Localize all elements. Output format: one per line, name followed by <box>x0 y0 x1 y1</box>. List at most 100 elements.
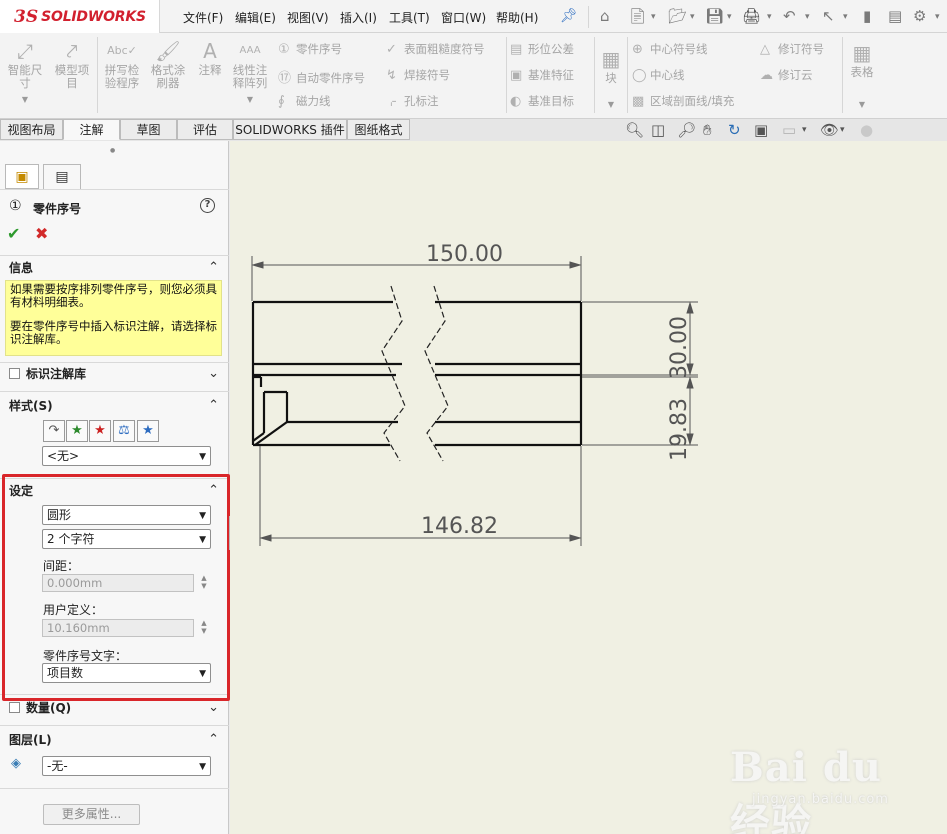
property-manager-tab-icon[interactable]: ▤ <box>43 164 81 190</box>
revision-cloud-button[interactable]: ☁ 修订云 <box>760 67 813 83</box>
dimension-bottom-value[interactable]: 146.82 <box>421 514 498 539</box>
menu-view[interactable]: 视图(V) <box>287 9 329 26</box>
chevron-up-icon[interactable]: ⌃ <box>208 257 219 279</box>
layer-section-header[interactable]: 图层(L) ⌃ <box>0 729 229 751</box>
save-icon[interactable]: 💾︎ <box>705 7 724 25</box>
chevron-down-icon[interactable]: ▾ <box>840 125 845 135</box>
center-mark-button[interactable]: ⊕ 中心符号线 <box>632 41 708 57</box>
chevron-down-icon[interactable]: ▾ <box>935 12 940 22</box>
style-section-header[interactable]: 样式(S) ⌃ <box>0 395 229 417</box>
format-painter-button[interactable]: 🖌︎ 格式涂刷器 <box>146 39 190 90</box>
dimension-right-outer-value[interactable]: 30.00 <box>667 316 692 379</box>
spell-checker-button[interactable]: Abc✓ 拼写检验程序 <box>100 39 144 90</box>
layer-select[interactable]: -无- ▼ <box>42 756 211 776</box>
solidworks-logo[interactable]: 3S SOLIDWORKS <box>0 0 160 33</box>
hide-show-items-icon[interactable]: ▭ <box>782 121 796 139</box>
tab-sketch[interactable]: 草图 <box>120 119 177 140</box>
chevron-down-icon[interactable]: ▼ <box>4 93 46 106</box>
pan-icon[interactable]: ✋︎ <box>703 121 712 139</box>
select-cursor-icon[interactable]: ↖ <box>822 7 835 25</box>
chevron-down-icon[interactable]: ▾ <box>805 12 810 22</box>
centerline-button[interactable]: ◯ 中心线 <box>632 67 685 83</box>
home-icon[interactable]: ⌂ <box>600 7 610 25</box>
tab-view-layout[interactable]: 视图布局 <box>0 119 63 140</box>
chevron-down-icon[interactable]: ▾ <box>767 12 772 22</box>
undo-icon[interactable]: ↶ <box>783 7 796 25</box>
panel-grip-icon[interactable]: ● <box>110 147 115 154</box>
menu-file[interactable]: 文件(F) <box>183 9 223 26</box>
magnetic-line-button[interactable]: ∮ 磁力线 <box>278 93 331 109</box>
appearance-sphere-icon[interactable]: ● <box>860 121 873 139</box>
hole-callout-button[interactable]: ⌌ 孔标注 <box>386 93 439 109</box>
chevron-down-icon[interactable]: ▼ <box>228 93 272 106</box>
quantity-checkbox[interactable] <box>9 702 20 713</box>
cancel-close-button[interactable]: ✖ <box>35 224 48 243</box>
chevron-down-icon[interactable]: ▾ <box>843 12 848 22</box>
more-properties-button[interactable]: 更多属性... <box>43 804 140 825</box>
chevron-down-icon[interactable]: ▾ <box>802 125 807 135</box>
dimension-top-value[interactable]: 150.00 <box>426 242 503 267</box>
tab-evaluate[interactable]: 评估 <box>177 119 233 140</box>
zoom-previous-icon[interactable]: 🔎︎ <box>677 121 696 139</box>
save-style-icon[interactable]: ⚖ <box>113 420 135 442</box>
zoom-to-area-icon[interactable]: ◫ <box>651 121 665 139</box>
annotation-library-section[interactable]: 标识注解库 ⌄ <box>0 363 229 385</box>
ok-checkmark-button[interactable]: ✔ <box>7 224 20 243</box>
apply-default-style-icon[interactable]: ↷ <box>43 420 65 442</box>
print-icon[interactable]: 🖨︎ <box>742 7 761 25</box>
menu-insert[interactable]: 插入(I) <box>340 9 377 26</box>
delete-style-star-icon[interactable]: ★ <box>89 420 111 442</box>
help-icon[interactable]: ? <box>200 198 215 213</box>
drawing-view[interactable]: 150.00 30.00 19.83 146.82 <box>230 141 947 834</box>
add-style-star-icon[interactable]: ★ <box>66 420 88 442</box>
load-style-star-icon[interactable]: ★ <box>137 420 159 442</box>
rebuild-refresh-icon[interactable]: ↻ <box>728 121 741 139</box>
chevron-down-icon[interactable]: ⌄ <box>208 363 219 385</box>
surface-finish-button[interactable]: ✓ 表面粗糙度符号 <box>386 41 485 57</box>
dimension-right-inner-value[interactable]: 19.83 <box>667 398 692 461</box>
model-items-button[interactable]: ⤤ 模型项目 <box>50 39 94 90</box>
style-select[interactable]: <无> ▼ <box>42 446 211 466</box>
info-section-header[interactable]: 信息 ⌃ <box>0 257 229 279</box>
view-eye-icon[interactable]: 👁︎ <box>820 121 839 139</box>
revision-symbol-button[interactable]: △ 修订符号 <box>760 41 824 57</box>
chevron-down-icon[interactable]: ▼ <box>846 98 878 111</box>
datum-target-button[interactable]: ◐ 基准目标 <box>510 93 574 109</box>
options-gear-icon[interactable]: ⚙ <box>913 7 926 25</box>
chevron-down-icon[interactable]: ▾ <box>727 12 732 22</box>
note-button[interactable]: A 注释 <box>194 39 226 77</box>
tab-annotation[interactable]: 注解 <box>63 119 120 140</box>
open-folder-icon[interactable]: 📂︎ <box>668 7 687 25</box>
chevron-down-icon[interactable]: ▼ <box>598 98 624 111</box>
pin-icon[interactable]: 📌︎ <box>560 8 578 24</box>
auto-balloon-button[interactable]: ⑰ 自动零件序号 <box>278 67 365 86</box>
geometric-tolerance-button[interactable]: ▤ 形位公差 <box>510 41 574 57</box>
rebuild-icon[interactable]: ▮ <box>863 7 871 25</box>
new-document-icon[interactable]: 📄︎ <box>628 7 647 25</box>
block-button[interactable]: ▦ 块 ▼ <box>598 47 624 111</box>
chevron-down-icon[interactable]: ▾ <box>651 12 656 22</box>
chevron-up-icon[interactable]: ⌃ <box>208 729 219 751</box>
dimension-top[interactable] <box>251 256 582 301</box>
file-properties-icon[interactable]: ▤ <box>888 7 902 25</box>
feature-manager-tab-icon[interactable]: ▣ <box>5 164 39 189</box>
menu-tools[interactable]: 工具(T) <box>389 9 430 26</box>
display-style-icon[interactable]: ▣ <box>754 121 768 139</box>
tab-sheet-format[interactable]: 图纸格式 <box>347 119 410 140</box>
menu-edit[interactable]: 编辑(E) <box>235 9 276 26</box>
smart-dimension-button[interactable]: ⤢ 智能尺寸 ▼ <box>4 39 46 106</box>
linear-note-pattern-button[interactable]: AAA 线性注释阵列 ▼ <box>228 39 272 106</box>
annotation-library-checkbox[interactable] <box>9 368 20 379</box>
zoom-to-fit-icon[interactable]: 🔍︎ <box>625 121 644 139</box>
balloon-button[interactable]: ① 零件序号 <box>278 41 342 57</box>
area-hatch-button[interactable]: ▩ 区域剖面线/填充 <box>632 93 734 109</box>
chevron-down-icon[interactable]: ▾ <box>690 12 695 22</box>
chevron-up-icon[interactable]: ⌃ <box>208 395 219 417</box>
drawing-canvas[interactable]: 150.00 30.00 19.83 146.82 <box>230 141 947 834</box>
menu-window[interactable]: 窗口(W) <box>441 9 486 26</box>
tab-solidworks-addins[interactable]: SOLIDWORKS 插件 <box>233 119 347 140</box>
weld-symbol-button[interactable]: ↯ 焊接符号 <box>386 67 450 83</box>
menu-help[interactable]: 帮助(H) <box>496 9 538 26</box>
datum-feature-button[interactable]: ▣ 基准特征 <box>510 67 574 83</box>
table-button[interactable]: ▦ 表格 ▼ <box>846 41 878 111</box>
